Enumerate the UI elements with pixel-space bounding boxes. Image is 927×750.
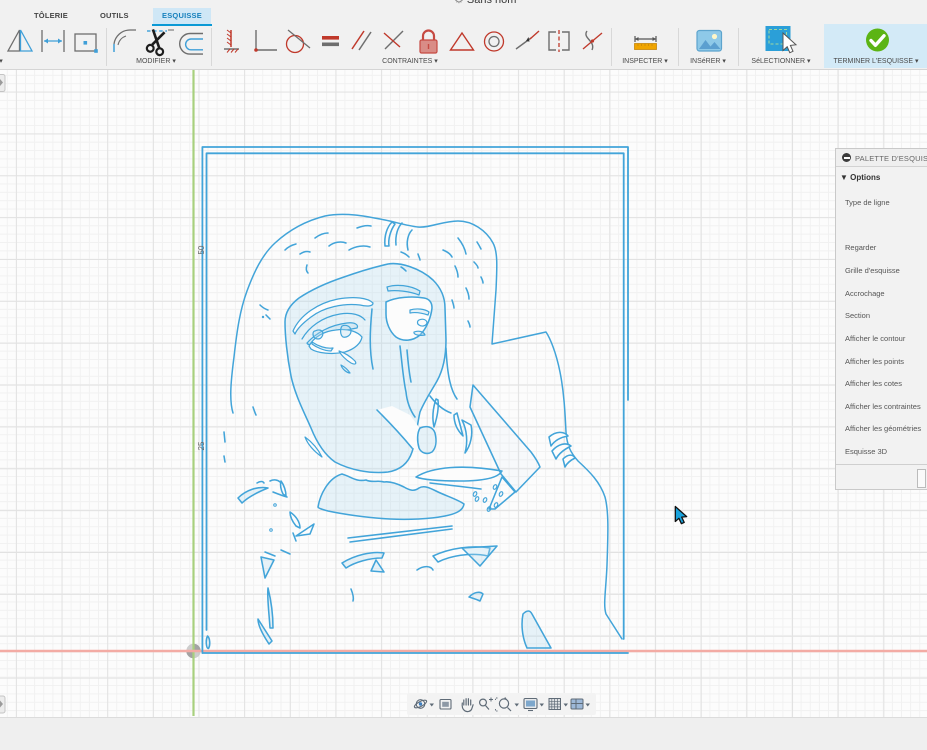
svg-text:25: 25 <box>197 441 206 450</box>
svg-text:50: 50 <box>197 245 206 254</box>
